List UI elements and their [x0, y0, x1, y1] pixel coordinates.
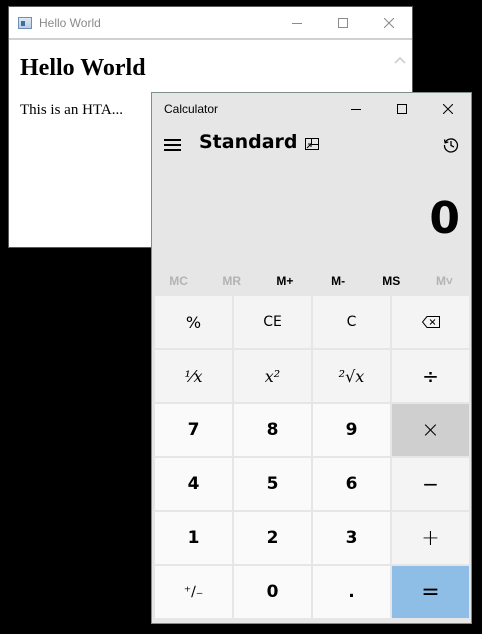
- digit-1-button[interactable]: 1: [155, 512, 232, 564]
- digit-0-button[interactable]: 0: [234, 566, 311, 618]
- square-label: x²: [264, 366, 281, 386]
- calc-minimize-button[interactable]: [333, 93, 379, 125]
- memory-list-button[interactable]: M˅: [418, 269, 471, 293]
- app-icon: [18, 16, 32, 29]
- maximize-icon: [338, 17, 348, 28]
- calculator-window: Calculator Standard 0 MC MR M+ M- MS M˅ …: [151, 92, 472, 624]
- memory-row: MC MR M+ M- MS M˅: [152, 269, 471, 293]
- result-display: 0: [429, 193, 460, 244]
- memory-add-button[interactable]: M+: [258, 269, 311, 293]
- equals-button[interactable]: =: [392, 566, 469, 618]
- minimize-icon: [351, 109, 361, 110]
- add-button[interactable]: +: [392, 512, 469, 564]
- page-heading: Hello World: [20, 55, 146, 81]
- digit-8-button[interactable]: 8: [234, 404, 311, 456]
- calc-maximize-button[interactable]: [379, 93, 425, 125]
- calculator-titlebar[interactable]: Calculator: [152, 93, 471, 125]
- page-text: This is an HTA...: [20, 102, 123, 118]
- backspace-button[interactable]: [392, 296, 469, 348]
- hta-titlebar[interactable]: Hello World: [9, 7, 412, 38]
- subtract-button[interactable]: −: [392, 458, 469, 510]
- calc-close-button[interactable]: [425, 93, 471, 125]
- divide-button[interactable]: ÷: [392, 350, 469, 402]
- calculator-header: Standard: [152, 125, 471, 165]
- clear-button[interactable]: C: [313, 296, 390, 348]
- mode-title: Standard: [199, 131, 298, 153]
- square-button[interactable]: x²: [234, 350, 311, 402]
- backspace-icon: [421, 316, 440, 328]
- decimal-button[interactable]: .: [313, 566, 390, 618]
- memory-clear-button[interactable]: MC: [152, 269, 205, 293]
- reciprocal-label: ⅟x: [184, 366, 203, 386]
- percent-button[interactable]: %: [155, 296, 232, 348]
- square-root-label: ²√x: [338, 366, 365, 386]
- digit-5-button[interactable]: 5: [234, 458, 311, 510]
- chevron-up-icon: [394, 56, 406, 64]
- digit-2-button[interactable]: 2: [234, 512, 311, 564]
- memory-recall-button[interactable]: MR: [205, 269, 258, 293]
- memory-store-button[interactable]: MS: [365, 269, 418, 293]
- keep-on-top-icon[interactable]: [305, 138, 319, 152]
- maximize-icon: [397, 104, 407, 114]
- minimize-icon: [292, 22, 302, 24]
- negate-button[interactable]: ⁺∕₋: [155, 566, 232, 618]
- reciprocal-button[interactable]: ⅟x: [155, 350, 232, 402]
- digit-7-button[interactable]: 7: [155, 404, 232, 456]
- calculator-window-title: Calculator: [164, 102, 219, 116]
- hamburger-menu-icon[interactable]: [164, 139, 181, 151]
- maximize-button[interactable]: [320, 7, 366, 38]
- close-icon: [443, 104, 453, 114]
- close-button[interactable]: [366, 7, 412, 38]
- digit-6-button[interactable]: 6: [313, 458, 390, 510]
- clear-entry-button[interactable]: CE: [234, 296, 311, 348]
- digit-4-button[interactable]: 4: [155, 458, 232, 510]
- digit-9-button[interactable]: 9: [313, 404, 390, 456]
- close-icon: [384, 17, 394, 28]
- hta-window-title: Hello World: [39, 15, 101, 30]
- square-root-button[interactable]: ²√x: [313, 350, 390, 402]
- minimize-button[interactable]: [274, 7, 320, 38]
- memory-subtract-button[interactable]: M-: [312, 269, 365, 293]
- digit-3-button[interactable]: 3: [313, 512, 390, 564]
- multiply-button[interactable]: ×: [392, 404, 469, 456]
- scroll-up-arrow[interactable]: [392, 54, 408, 66]
- history-icon[interactable]: [442, 136, 460, 154]
